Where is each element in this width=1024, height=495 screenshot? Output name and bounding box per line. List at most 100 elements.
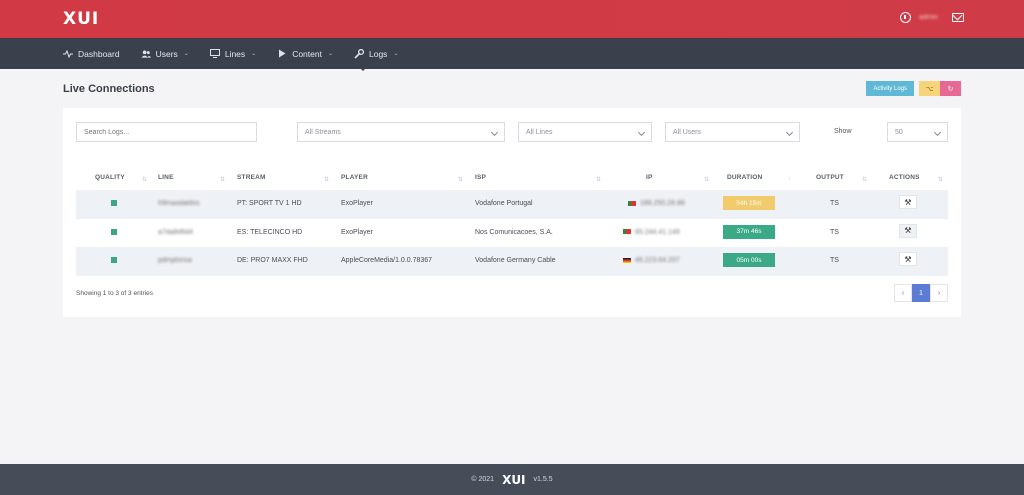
search-input[interactable] [76, 122, 257, 142]
users-select[interactable]: All Users [665, 122, 800, 142]
footer-logo: XUI [502, 472, 526, 487]
col-duration[interactable]: DURATION [727, 174, 762, 181]
page-1-button[interactable]: 1 [912, 284, 930, 302]
next-page-button[interactable]: › [930, 284, 948, 302]
chevron-down-icon: ⌄ [393, 51, 399, 57]
prev-page-button[interactable]: ‹ [894, 284, 912, 302]
page-title: Live Connections [63, 83, 155, 95]
sort-icon[interactable]: ⇅ [324, 176, 329, 183]
line-cell[interactable]: a7da8d6d4 [158, 229, 193, 236]
lines-select-value: All Lines [526, 128, 553, 136]
activity-icon [63, 49, 73, 59]
entries-summary: Showing 1 to 3 of 3 entries [76, 290, 153, 297]
stream-cell: PT: SPORT TV 1 HD [237, 200, 302, 207]
user-icon[interactable] [899, 12, 911, 23]
duration-badge: 05m 00s [723, 253, 775, 267]
col-quality[interactable]: QUALITY [95, 174, 125, 181]
player-cell: ExoPlayer [341, 200, 373, 207]
quality-indicator [111, 200, 117, 206]
nav-dashboard[interactable]: Dashboard [63, 49, 120, 59]
page-size-select[interactable]: 50 [887, 122, 948, 142]
sort-icon[interactable]: ⇅ [596, 176, 601, 183]
users-icon [141, 49, 151, 59]
nav-label: Dashboard [78, 48, 120, 59]
quality-indicator [111, 228, 117, 235]
col-line[interactable]: LINE [158, 174, 174, 181]
active-nav-indicator [358, 66, 368, 71]
connections-card: All Streams All Lines All Users Show 50 … [63, 108, 961, 317]
table-header: QUALITY ⇅ LINE ⇅ STREAM ⇅ PLAYER ⇅ ISP ⇅… [76, 166, 948, 190]
col-ip[interactable]: IP [646, 174, 653, 181]
output-cell: TS [830, 257, 839, 264]
filter-icon: ⌥ [925, 85, 934, 93]
stream-cell: DE: PRO7 MAXX FHD [237, 257, 308, 264]
refresh-button[interactable]: ↻ [940, 81, 961, 96]
hammer-icon: ⚒ [904, 226, 912, 235]
pagination: ‹ 1 › [894, 284, 948, 302]
header-actions: Activity Logs ⌥ ↻ [866, 81, 961, 96]
table-row: h9masdaldos PT: SPORT TV 1 HD ExoPlayer … [76, 190, 948, 219]
mail-icon[interactable] [952, 13, 964, 22]
col-isp[interactable]: ISP [475, 174, 486, 181]
kill-connection-button[interactable]: ⚒ [899, 252, 917, 266]
streams-select[interactable]: All Streams [297, 122, 505, 142]
line-cell[interactable]: pdmjdsnsa [158, 257, 192, 264]
chevron-down-icon: ⌄ [251, 51, 257, 57]
nav-label: Content [292, 48, 322, 59]
version-text: v1.5.5 [533, 476, 553, 483]
duration-badge: 54h 15m [723, 196, 775, 210]
sort-icon[interactable]: ⇅ [220, 176, 225, 183]
nav-lines[interactable]: Lines ⌄ [209, 49, 257, 59]
chevron-down-icon [637, 128, 646, 137]
sort-active-icon[interactable]: ↓ [788, 176, 791, 182]
output-cell: TS [830, 228, 839, 236]
sort-icon[interactable]: ⇅ [704, 176, 709, 183]
chevron-down-icon [490, 128, 499, 137]
main-nav: Dashboard Users ⌄ Lines ⌄ Content ⌄ Logs… [0, 38, 1024, 69]
table-row: pdmjdsnsa DE: PRO7 MAXX FHD AppleCoreMed… [76, 247, 948, 276]
app-logo[interactable]: XUI [63, 9, 99, 29]
sort-icon[interactable]: ⇅ [458, 176, 463, 183]
nav-logs[interactable]: Logs ⌄ [354, 48, 399, 59]
sort-icon[interactable]: ⇅ [862, 176, 867, 183]
activity-logs-button[interactable]: Activity Logs [866, 81, 914, 96]
ip-cell: 188.250.26.88 [628, 200, 685, 207]
col-output[interactable]: OUTPUT [816, 174, 844, 181]
user-name[interactable]: admin [919, 14, 938, 21]
output-cell: TS [830, 200, 839, 207]
streams-select-value: All Streams [305, 128, 341, 136]
kill-connection-button[interactable]: ⚒ [899, 223, 917, 238]
col-actions: ACTIONS [889, 174, 920, 181]
player-cell: ExoPlayer [341, 228, 373, 236]
connections-table: QUALITY ⇅ LINE ⇅ STREAM ⇅ PLAYER ⇅ ISP ⇅… [76, 166, 948, 276]
ip-value: 188.250.26.88 [640, 200, 685, 207]
col-stream[interactable]: STREAM [237, 174, 266, 181]
wrench-icon [354, 48, 364, 59]
chevron-down-icon [933, 128, 942, 137]
hammer-icon: ⚒ [904, 254, 912, 264]
copyright-text: © 2021 [471, 476, 495, 483]
monitor-icon [209, 49, 220, 59]
top-header: XUI admin [0, 0, 1024, 38]
nav-label: Logs [369, 48, 388, 59]
col-player[interactable]: PLAYER [341, 174, 368, 181]
isp-cell: Vodafone Germany Cable [475, 257, 556, 264]
ip-cell: 85.244.41.149 [623, 229, 680, 236]
chevron-down-icon [785, 128, 794, 137]
sort-icon[interactable]: ⇅ [142, 176, 147, 183]
line-cell[interactable]: h9masdaldos [158, 200, 200, 207]
quality-indicator [111, 257, 117, 263]
page-size-value: 50 [895, 128, 903, 136]
ip-cell: 46.223.64.207 [623, 257, 680, 264]
filter-button[interactable]: ⌥ [919, 81, 940, 96]
nav-users[interactable]: Users ⌄ [141, 49, 189, 59]
header-user-area: admin [899, 12, 964, 23]
hammer-icon: ⚒ [904, 197, 912, 207]
nav-content[interactable]: Content ⌄ [277, 49, 333, 59]
table-row: a7da8d6d4 ES: TELECINCO HD ExoPlayer Nos… [76, 219, 948, 248]
duration-badge: 37m 46s [723, 224, 775, 239]
sort-icon[interactable]: ⇅ [938, 176, 943, 183]
lines-select[interactable]: All Lines [518, 122, 652, 142]
kill-connection-button[interactable]: ⚒ [899, 195, 917, 209]
stream-cell: ES: TELECINCO HD [237, 228, 303, 236]
